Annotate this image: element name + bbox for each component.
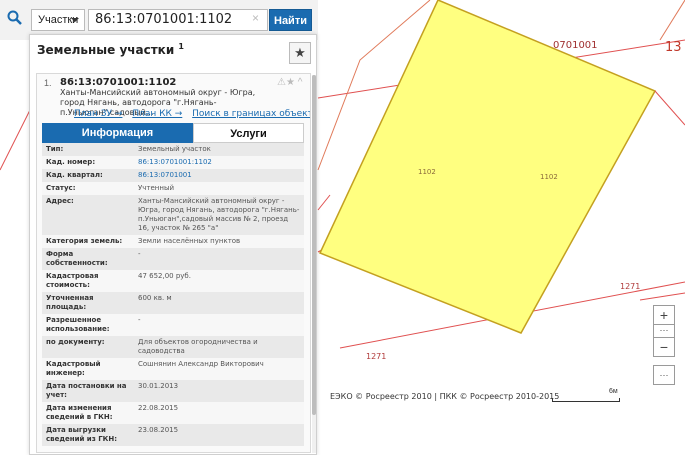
result-count: 1 [178, 42, 184, 51]
map-label-neighbor: 1271 [620, 282, 641, 291]
row-key: Категория земель: [46, 237, 123, 245]
row-key: Дата постановки на учет: [46, 382, 127, 399]
result-links: План ЗУ → План КК → Поиск в границах объ… [74, 109, 310, 119]
result-cad-number[interactable]: 86:13:0701001:1102 [60, 77, 176, 88]
tab-services[interactable]: Услуги [193, 123, 304, 143]
table-row: Дата постановки на учет: 30.01.2013 [42, 380, 304, 402]
row-value: 600 кв. м [138, 294, 172, 302]
table-row: Разрешенное использование: - [42, 314, 304, 336]
table-row: Адрес: Ханты-Мансийский автономный округ … [42, 195, 304, 235]
row-value-link[interactable]: 86:13:0701001:1102 [134, 156, 304, 169]
row-key: Кад. квартал: [46, 171, 103, 179]
table-row: Дата выгрузки сведений из ГКН: 23.08.2015 [42, 424, 304, 446]
row-key: Разрешенное использование: [46, 316, 110, 333]
panel-title: Земельные участки 1 [37, 42, 184, 57]
boundary-line [639, 292, 685, 301]
zoom-out-button[interactable]: − [653, 337, 675, 357]
scrollbar-thumb[interactable] [312, 75, 316, 415]
search-input[interactable]: 86:13:0701001:1102 [88, 9, 268, 31]
map-menu-button[interactable]: ··· [653, 365, 675, 385]
row-key: Тип: [46, 145, 64, 153]
plan-zu-link[interactable]: План ЗУ → [74, 109, 122, 119]
favorite-button[interactable]: ★ [289, 42, 311, 64]
row-value: Земли населённых пунктов [138, 237, 241, 245]
search-type-dropdown[interactable]: Участки [31, 9, 85, 31]
info-tabs: Информация Услуги [42, 123, 304, 143]
table-row: Кад. квартал: 86:13:0701001 [42, 169, 304, 182]
table-row: Уточненная площадь: 600 кв. м [42, 292, 304, 314]
search-in-bounds-link[interactable]: Поиск в границах объекта → [192, 109, 310, 119]
zoom-levels-button[interactable]: ··· [653, 324, 675, 338]
table-row: Дата изменения сведений в ГКН: 22.08.2015 [42, 402, 304, 424]
row-key: Форма собственности: [46, 250, 108, 267]
row-key: Кадастровая стоимость: [46, 272, 99, 289]
row-key: по документу: [46, 338, 105, 346]
table-row: Статус: Учтенный [42, 182, 304, 195]
map-label-district: 13 [665, 40, 682, 55]
neighbor-boundary [659, 0, 685, 41]
chevron-down-icon [71, 18, 79, 22]
selected-parcel[interactable] [318, 0, 657, 334]
table-row: Кад. номер: 86:13:0701001:1102 [42, 156, 304, 169]
info-table: Тип: Земельный участок Кад. номер: 86:13:0… [42, 143, 304, 446]
table-row: Форма собственности: - [42, 248, 304, 270]
row-value: Учтенный [138, 184, 175, 192]
map-attribution: ЕЭКО © Росреестр 2010 | ПКК © Росреестр … [330, 392, 560, 401]
row-value-link[interactable]: 86:13:0701001 [134, 169, 304, 182]
row-value: Для объектов огородничества и садоводств… [138, 338, 258, 355]
map-label-neighbor: 1271 [366, 352, 387, 361]
table-row: Тип: Земельный участок [42, 143, 304, 156]
row-key: Кад. номер: [46, 158, 96, 166]
map-label-parcel: 1102 [540, 173, 558, 181]
tab-info[interactable]: Информация [42, 123, 193, 143]
row-value: Ханты-Мансийский автономный округ - Югра… [138, 197, 300, 232]
panel-scrollbar[interactable] [312, 75, 316, 453]
row-value: - [138, 250, 141, 258]
map-label-parcel: 1102 [418, 168, 436, 176]
clear-icon[interactable]: × [252, 11, 259, 25]
search-icon[interactable] [7, 10, 23, 26]
table-row: по документу: Для объектов огородничества… [42, 336, 304, 358]
row-value: Сошнянин Александр Викторович [138, 360, 264, 368]
search-button[interactable]: Найти [269, 9, 312, 31]
row-value: - [138, 316, 141, 324]
row-key: Адрес: [46, 197, 74, 205]
row-value: 22.08.2015 [138, 404, 179, 412]
row-value: 23.08.2015 [138, 426, 179, 434]
panel-title-text: Земельные участки [37, 43, 175, 57]
boundary-line [654, 90, 685, 126]
table-row: Кадастровая стоимость: 47 652,00 руб. [42, 270, 304, 292]
scale-bar [552, 398, 620, 402]
table-row: Кадастровый инженер: Сошнянин Александр В… [42, 358, 304, 380]
zoom-in-button[interactable]: + [653, 305, 675, 325]
row-value: 47 652,00 руб. [138, 272, 191, 280]
row-key: Уточненная площадь: [46, 294, 94, 311]
card-actions-icon[interactable]: ⚠★ ^ [277, 77, 302, 88]
row-key: Статус: [46, 184, 76, 192]
row-value: 30.01.2013 [138, 382, 179, 390]
result-number: 1. [44, 78, 52, 88]
row-key: Дата изменения сведений в ГКН: [46, 404, 113, 421]
row-value: Земельный участок [138, 145, 211, 153]
table-row: Категория земель: Земли населённых пункто… [42, 235, 304, 248]
map-label-block: 0701001 [553, 40, 598, 51]
plan-kk-link[interactable]: План КК → [132, 109, 182, 119]
boundary-line [317, 194, 331, 211]
scale-label: 6м [609, 388, 618, 395]
row-key: Кадастровый инженер: [46, 360, 101, 377]
result-card[interactable]: 1. 86:13:0701001:1102 Ханты-Мансийский а… [36, 73, 311, 453]
row-key: Дата выгрузки сведений из ГКН: [46, 426, 118, 443]
boundary-line [0, 109, 31, 171]
results-panel: Земельные участки 1 ★ 1. 86:13:0701001:1… [29, 34, 317, 455]
star-icon: ★ [294, 45, 306, 60]
